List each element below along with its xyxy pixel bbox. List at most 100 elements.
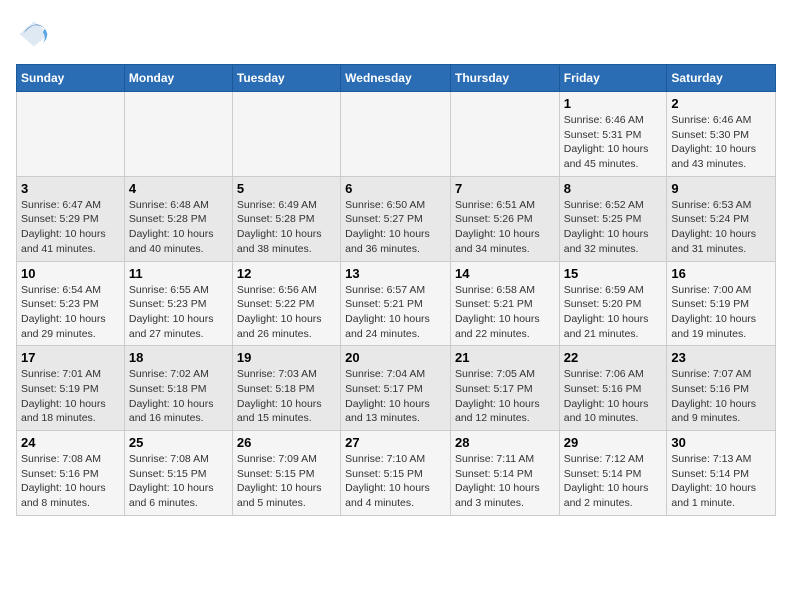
calendar-cell <box>341 92 451 177</box>
day-number: 23 <box>671 350 771 365</box>
day-info: Sunrise: 7:07 AM Sunset: 5:16 PM Dayligh… <box>671 367 771 426</box>
day-info: Sunrise: 7:12 AM Sunset: 5:14 PM Dayligh… <box>564 452 663 511</box>
day-number: 4 <box>129 181 228 196</box>
calendar-week-row: 1 Sunrise: 6:46 AM Sunset: 5:31 PM Daylig… <box>17 92 776 177</box>
calendar-cell: 26 Sunrise: 7:09 AM Sunset: 5:15 PM Dayli… <box>232 431 340 516</box>
day-info: Sunrise: 6:47 AM Sunset: 5:29 PM Dayligh… <box>21 198 120 257</box>
day-info: Sunrise: 7:00 AM Sunset: 5:19 PM Dayligh… <box>671 283 771 342</box>
calendar-cell: 27Sunrise: 7:10 AM Sunset: 5:15 PM Dayli… <box>341 431 451 516</box>
calendar-week-row: 17 Sunrise: 7:01 AM Sunset: 5:19 PM Dayli… <box>17 346 776 431</box>
day-info: Sunrise: 7:08 AM Sunset: 5:15 PM Dayligh… <box>129 452 228 511</box>
calendar-cell: 19 Sunrise: 7:03 AM Sunset: 5:18 PM Dayli… <box>232 346 340 431</box>
day-number: 7 <box>455 181 555 196</box>
day-number: 10 <box>21 266 120 281</box>
calendar-cell: 15 Sunrise: 6:59 AM Sunset: 5:20 PM Dayli… <box>559 261 667 346</box>
day-info: Sunrise: 7:04 AM Sunset: 5:17 PM Dayligh… <box>345 367 446 426</box>
header-thursday: Thursday <box>450 65 559 92</box>
calendar-cell: 22 Sunrise: 7:06 AM Sunset: 5:16 PM Dayli… <box>559 346 667 431</box>
logo-icon <box>16 16 52 52</box>
calendar-cell: 10 Sunrise: 6:54 AM Sunset: 5:23 PM Dayli… <box>17 261 125 346</box>
calendar-cell: 7 Sunrise: 6:51 AM Sunset: 5:26 PM Daylig… <box>450 176 559 261</box>
day-number: 12 <box>237 266 336 281</box>
calendar-week-row: 24 Sunrise: 7:08 AM Sunset: 5:16 PM Dayli… <box>17 431 776 516</box>
day-number: 22 <box>564 350 663 365</box>
day-number: 29 <box>564 435 663 450</box>
calendar-cell: 17 Sunrise: 7:01 AM Sunset: 5:19 PM Dayli… <box>17 346 125 431</box>
day-number: 18 <box>129 350 228 365</box>
day-info: Sunrise: 7:09 AM Sunset: 5:15 PM Dayligh… <box>237 452 336 511</box>
day-info: Sunrise: 7:06 AM Sunset: 5:16 PM Dayligh… <box>564 367 663 426</box>
calendar-cell: 29 Sunrise: 7:12 AM Sunset: 5:14 PM Dayli… <box>559 431 667 516</box>
calendar-cell: 28 Sunrise: 7:11 AM Sunset: 5:14 PM Dayli… <box>450 431 559 516</box>
day-info: Sunrise: 7:03 AM Sunset: 5:18 PM Dayligh… <box>237 367 336 426</box>
calendar-cell: 5Sunrise: 6:49 AM Sunset: 5:28 PM Daylig… <box>232 176 340 261</box>
day-info: Sunrise: 6:56 AM Sunset: 5:22 PM Dayligh… <box>237 283 336 342</box>
day-number: 28 <box>455 435 555 450</box>
calendar-cell: 14Sunrise: 6:58 AM Sunset: 5:21 PM Dayli… <box>450 261 559 346</box>
day-number: 30 <box>671 435 771 450</box>
day-info: Sunrise: 6:57 AM Sunset: 5:21 PM Dayligh… <box>345 283 446 342</box>
day-number: 9 <box>671 181 771 196</box>
day-info: Sunrise: 6:59 AM Sunset: 5:20 PM Dayligh… <box>564 283 663 342</box>
day-number: 14 <box>455 266 555 281</box>
day-number: 17 <box>21 350 120 365</box>
day-info: Sunrise: 7:08 AM Sunset: 5:16 PM Dayligh… <box>21 452 120 511</box>
calendar-cell: 11 Sunrise: 6:55 AM Sunset: 5:23 PM Dayli… <box>124 261 232 346</box>
day-info: Sunrise: 7:02 AM Sunset: 5:18 PM Dayligh… <box>129 367 228 426</box>
header-saturday: Saturday <box>667 65 776 92</box>
calendar-cell <box>232 92 340 177</box>
day-info: Sunrise: 6:51 AM Sunset: 5:26 PM Dayligh… <box>455 198 555 257</box>
day-info: Sunrise: 6:54 AM Sunset: 5:23 PM Dayligh… <box>21 283 120 342</box>
calendar-cell: 2 Sunrise: 6:46 AM Sunset: 5:30 PM Daylig… <box>667 92 776 177</box>
day-number: 8 <box>564 181 663 196</box>
header-wednesday: Wednesday <box>341 65 451 92</box>
calendar-table: SundayMondayTuesdayWednesdayThursdayFrid… <box>16 64 776 516</box>
calendar-cell: 9 Sunrise: 6:53 AM Sunset: 5:24 PM Daylig… <box>667 176 776 261</box>
day-number: 11 <box>129 266 228 281</box>
page-header <box>16 16 776 52</box>
calendar-cell <box>450 92 559 177</box>
calendar-cell: 6 Sunrise: 6:50 AM Sunset: 5:27 PM Daylig… <box>341 176 451 261</box>
day-number: 5 <box>237 181 336 196</box>
day-number: 20 <box>345 350 446 365</box>
day-info: Sunrise: 7:13 AM Sunset: 5:14 PM Dayligh… <box>671 452 771 511</box>
calendar-cell: 20 Sunrise: 7:04 AM Sunset: 5:17 PM Dayli… <box>341 346 451 431</box>
day-number: 25 <box>129 435 228 450</box>
day-info: Sunrise: 7:05 AM Sunset: 5:17 PM Dayligh… <box>455 367 555 426</box>
day-info: Sunrise: 6:46 AM Sunset: 5:30 PM Dayligh… <box>671 113 771 172</box>
day-info: Sunrise: 6:55 AM Sunset: 5:23 PM Dayligh… <box>129 283 228 342</box>
calendar-cell: 1 Sunrise: 6:46 AM Sunset: 5:31 PM Daylig… <box>559 92 667 177</box>
calendar-header-row: SundayMondayTuesdayWednesdayThursdayFrid… <box>17 65 776 92</box>
header-tuesday: Tuesday <box>232 65 340 92</box>
day-number: 1 <box>564 96 663 111</box>
day-info: Sunrise: 6:46 AM Sunset: 5:31 PM Dayligh… <box>564 113 663 172</box>
calendar-cell: 12 Sunrise: 6:56 AM Sunset: 5:22 PM Dayli… <box>232 261 340 346</box>
calendar-cell <box>124 92 232 177</box>
logo <box>16 16 56 52</box>
day-number: 24 <box>21 435 120 450</box>
day-number: 2 <box>671 96 771 111</box>
day-info: Sunrise: 6:50 AM Sunset: 5:27 PM Dayligh… <box>345 198 446 257</box>
header-monday: Monday <box>124 65 232 92</box>
calendar-cell: 3 Sunrise: 6:47 AM Sunset: 5:29 PM Daylig… <box>17 176 125 261</box>
calendar-cell: 21 Sunrise: 7:05 AM Sunset: 5:17 PM Dayli… <box>450 346 559 431</box>
day-number: 3 <box>21 181 120 196</box>
day-info: Sunrise: 7:10 AM Sunset: 5:15 PM Dayligh… <box>345 452 446 511</box>
day-number: 21 <box>455 350 555 365</box>
calendar-cell: 16Sunrise: 7:00 AM Sunset: 5:19 PM Dayli… <box>667 261 776 346</box>
day-number: 19 <box>237 350 336 365</box>
calendar-cell: 4Sunrise: 6:48 AM Sunset: 5:28 PM Daylig… <box>124 176 232 261</box>
calendar-week-row: 10 Sunrise: 6:54 AM Sunset: 5:23 PM Dayli… <box>17 261 776 346</box>
day-info: Sunrise: 6:53 AM Sunset: 5:24 PM Dayligh… <box>671 198 771 257</box>
day-number: 15 <box>564 266 663 281</box>
calendar-cell: 18 Sunrise: 7:02 AM Sunset: 5:18 PM Dayli… <box>124 346 232 431</box>
day-info: Sunrise: 7:01 AM Sunset: 5:19 PM Dayligh… <box>21 367 120 426</box>
calendar-cell: 24 Sunrise: 7:08 AM Sunset: 5:16 PM Dayli… <box>17 431 125 516</box>
calendar-cell: 13 Sunrise: 6:57 AM Sunset: 5:21 PM Dayli… <box>341 261 451 346</box>
day-info: Sunrise: 6:52 AM Sunset: 5:25 PM Dayligh… <box>564 198 663 257</box>
day-number: 26 <box>237 435 336 450</box>
day-number: 6 <box>345 181 446 196</box>
day-info: Sunrise: 7:11 AM Sunset: 5:14 PM Dayligh… <box>455 452 555 511</box>
day-number: 13 <box>345 266 446 281</box>
calendar-week-row: 3 Sunrise: 6:47 AM Sunset: 5:29 PM Daylig… <box>17 176 776 261</box>
